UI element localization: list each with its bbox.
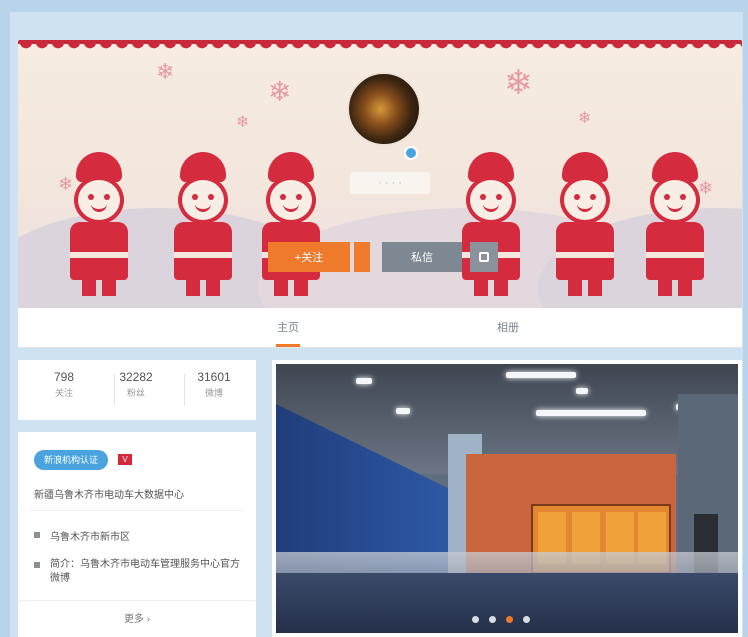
more-icon xyxy=(479,252,489,262)
profile-info-card: 新浪机构认证 V 新疆乌鲁木齐市电动车大数据中心 乌鲁木齐市新市区 简介：乌鲁木… xyxy=(18,432,256,637)
stat-value: 32282 xyxy=(119,370,153,384)
carousel-dot[interactable] xyxy=(472,616,479,623)
stat-value: 798 xyxy=(53,370,75,384)
carousel-dot-active[interactable] xyxy=(506,616,513,623)
snowflake-icon: ❄ xyxy=(236,112,250,131)
ceiling-light xyxy=(356,378,372,384)
tab-home[interactable]: 主页 xyxy=(258,308,318,348)
follow-button[interactable]: +关注 xyxy=(268,242,350,272)
carousel-dot[interactable] xyxy=(523,616,530,623)
snowflake-icon: ❄ xyxy=(156,60,175,85)
vip-badge[interactable]: V xyxy=(118,454,132,465)
stat-value: 31601 xyxy=(197,370,231,384)
ceiling-light xyxy=(506,372,576,378)
snowflake-icon: ❄ xyxy=(578,108,592,127)
info-item: 简介：乌鲁木齐市电动车管理服务中心官方微博 xyxy=(34,558,248,586)
ceiling-light xyxy=(396,408,410,414)
snowflake-icon: ❄ xyxy=(504,63,533,103)
more-options-button[interactable] xyxy=(470,242,498,272)
info-item-text: 乌鲁木齐市新市区 xyxy=(50,532,130,543)
tab-album[interactable]: 相册 xyxy=(478,308,538,348)
photo-carousel[interactable] xyxy=(272,360,742,637)
divider xyxy=(30,510,244,511)
active-tab-indicator xyxy=(276,344,300,347)
papercut-figure xyxy=(550,152,620,302)
banner-scallop-trim xyxy=(18,40,742,54)
stat-posts[interactable]: 31601 微博 xyxy=(184,370,244,399)
stats-card: 798 关注 32282 粉丝 31601 微博 xyxy=(18,360,256,420)
papercut-figure xyxy=(64,152,134,302)
stat-following[interactable]: 798 关注 xyxy=(34,370,94,399)
avatar[interactable] xyxy=(347,72,421,146)
message-button[interactable]: 私信 xyxy=(382,242,462,272)
ceiling-light xyxy=(536,410,646,416)
more-info-link[interactable]: 更多 › xyxy=(18,600,256,637)
profile-nickname: · · · · xyxy=(350,172,430,194)
profile-intro: 新疆乌鲁木齐市电动车大数据中心 xyxy=(34,490,184,501)
info-icon xyxy=(34,562,40,568)
papercut-figure xyxy=(256,152,326,302)
papercut-figure xyxy=(456,152,526,302)
photo-floor xyxy=(276,573,738,633)
papercut-figure xyxy=(168,152,238,302)
profile-tabbar: 主页 相册 xyxy=(18,308,742,348)
stat-label: 微博 xyxy=(204,388,223,398)
carousel-indicators xyxy=(472,616,530,623)
stat-label: 关注 xyxy=(54,388,73,398)
snowflake-icon: ❄ xyxy=(268,75,292,108)
info-item: 乌鲁木齐市新市区 xyxy=(34,528,248,543)
ceiling-light xyxy=(576,388,588,394)
location-icon xyxy=(34,532,40,538)
stat-label: 粉丝 xyxy=(126,388,145,398)
follow-dropdown-button[interactable] xyxy=(354,242,370,272)
carousel-dot[interactable] xyxy=(489,616,496,623)
stat-followers[interactable]: 32282 粉丝 xyxy=(106,370,166,399)
verified-badge-icon xyxy=(404,146,418,160)
info-item-text: 简介：乌鲁木齐市电动车管理服务中心官方微博 xyxy=(50,559,240,584)
verified-badge[interactable]: 新浪机构认证 xyxy=(34,450,109,470)
papercut-figure xyxy=(640,152,710,302)
